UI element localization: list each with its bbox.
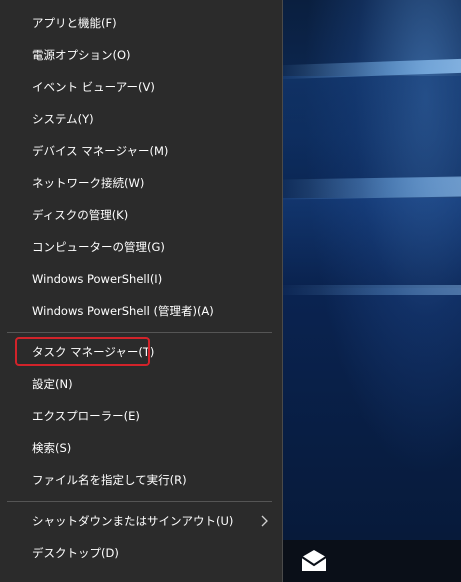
menu-item-device-manager[interactable]: デバイス マネージャー(M) [0,136,282,166]
menu-separator [7,501,272,502]
menu-item-label: 電源オプション(O) [32,48,131,62]
menu-item-settings[interactable]: 設定(N) [0,369,282,399]
menu-item-computer-management[interactable]: コンピューターの管理(G) [0,232,282,262]
menu-item-search[interactable]: 検索(S) [0,433,282,463]
desktop-wallpaper [283,0,461,540]
quick-link-menu: アプリと機能(F) 電源オプション(O) イベント ビューアー(V) システム(… [0,0,283,582]
menu-separator [7,332,272,333]
menu-item-disk-management[interactable]: ディスクの管理(K) [0,200,282,230]
menu-item-network-connections[interactable]: ネットワーク接続(W) [0,168,282,198]
menu-item-label: ファイル名を指定して実行(R) [32,473,187,487]
menu-item-powershell-admin[interactable]: Windows PowerShell (管理者)(A) [0,296,282,326]
menu-item-powershell[interactable]: Windows PowerShell(I) [0,264,282,294]
menu-item-label: システム(Y) [32,112,94,126]
wallpaper-light-beam [283,285,461,295]
menu-item-apps-and-features[interactable]: アプリと機能(F) [0,8,282,38]
menu-item-label: デスクトップ(D) [32,546,119,560]
menu-item-label: デバイス マネージャー(M) [32,144,169,158]
menu-item-shutdown-or-sign-out[interactable]: シャットダウンまたはサインアウト(U) [0,506,282,536]
menu-item-label: Windows PowerShell(I) [32,272,163,286]
menu-item-label: アプリと機能(F) [32,16,117,30]
task-manager-highlight-box [15,337,150,366]
menu-item-label: 設定(N) [32,377,73,391]
chevron-right-icon [260,506,270,536]
menu-item-explorer[interactable]: エクスプローラー(E) [0,401,282,431]
wallpaper-panel-upper [283,76,461,178]
menu-item-label: イベント ビューアー(V) [32,80,155,94]
menu-item-label: Windows PowerShell (管理者)(A) [32,304,214,318]
menu-item-system[interactable]: システム(Y) [0,104,282,134]
menu-item-desktop[interactable]: デスクトップ(D) [0,538,282,568]
desktop-screen: アプリと機能(F) 電源オプション(O) イベント ビューアー(V) システム(… [0,0,461,582]
menu-item-label: シャットダウンまたはサインアウト(U) [32,514,234,528]
menu-item-label: ネットワーク接続(W) [32,176,145,190]
wallpaper-panel-lower [283,198,461,288]
wallpaper-light-beam [283,176,461,200]
menu-item-run[interactable]: ファイル名を指定して実行(R) [0,465,282,495]
menu-item-label: 検索(S) [32,441,72,455]
menu-item-label: エクスプローラー(E) [32,409,140,423]
taskbar [283,540,461,582]
menu-item-label: ディスクの管理(K) [32,208,129,222]
menu-item-event-viewer[interactable]: イベント ビューアー(V) [0,72,282,102]
menu-item-power-options[interactable]: 電源オプション(O) [0,40,282,70]
menu-item-label: コンピューターの管理(G) [32,240,165,254]
mail-icon[interactable] [301,549,327,573]
